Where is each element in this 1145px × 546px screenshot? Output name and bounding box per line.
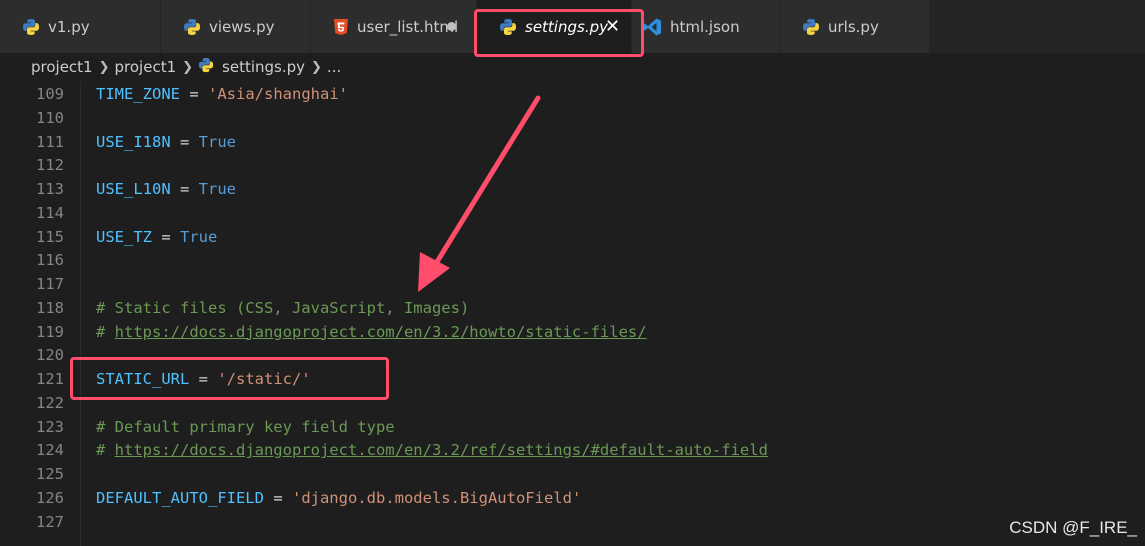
annotation-arrow-icon: [418, 95, 541, 292]
watermark: CSDN @F_IRE_: [1009, 518, 1137, 537]
